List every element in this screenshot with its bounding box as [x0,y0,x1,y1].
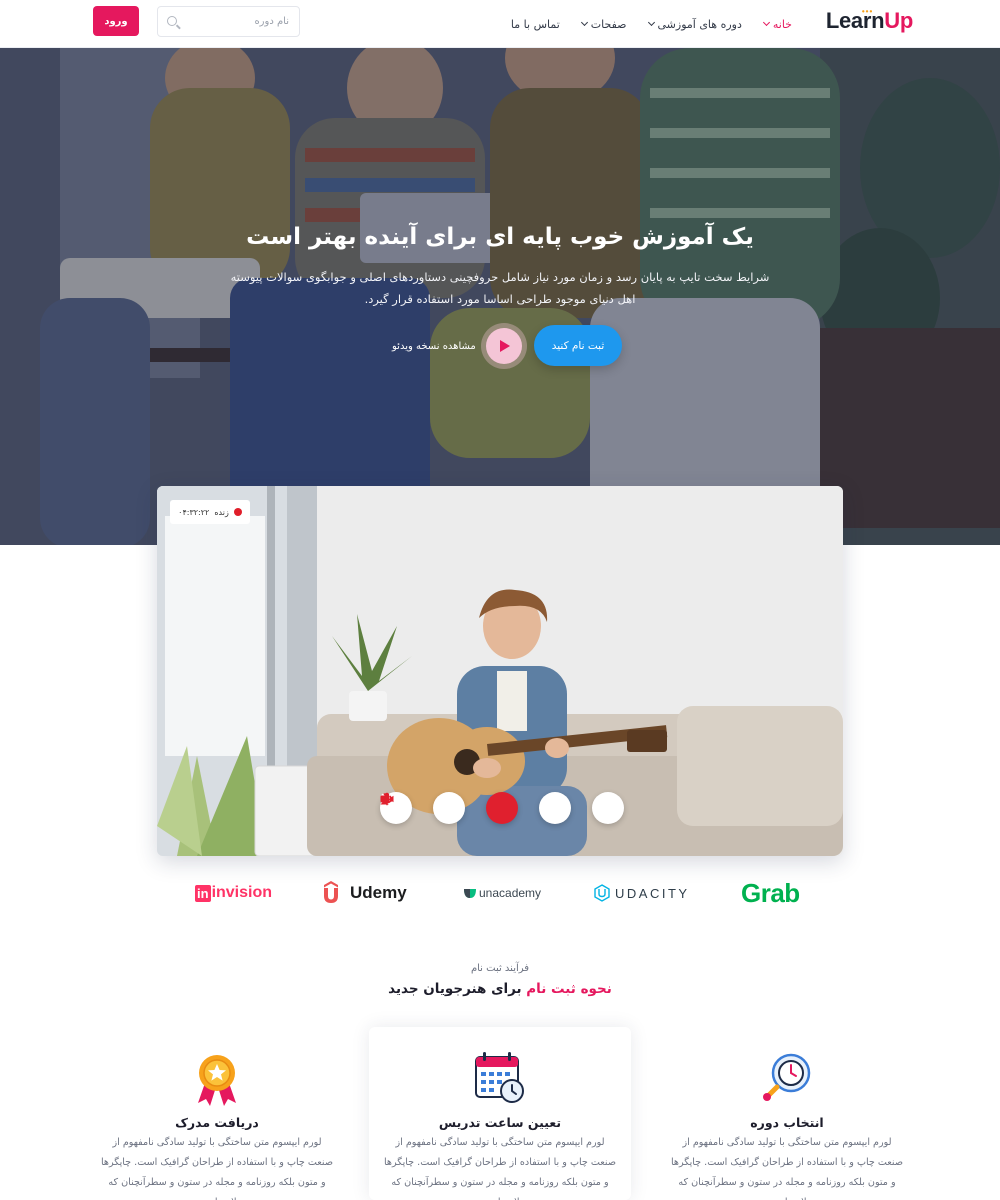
step-title: دریافت مدرک [175,1115,259,1130]
unacademy-mark-icon [464,889,476,898]
watch-video-label: مشاهده نسخه ویدئو [392,340,476,352]
nav-item-contact[interactable]: تماس با ما [511,18,560,31]
section-title-rest: برای هنرجویان جدید [388,981,522,997]
hero-title: یک آموزش خوب پایه ای برای آینده بهتر است [246,224,754,250]
section-title-highlight: نحوه ثبت نام [526,981,612,997]
grab-wordmark: Grab [741,877,800,908]
hangup-button[interactable] [381,792,518,824]
step-description: لورم ایپسوم متن ساختگی با تولید سادگی نا… [384,1137,616,1200]
microphone-button[interactable] [382,792,624,824]
search-icon[interactable] [167,16,177,26]
play-button[interactable] [485,328,522,364]
hero-section: یک آموزش خوب پایه ای برای آینده بهتر است… [0,48,1000,545]
nav-item-home[interactable]: خانه [762,17,792,31]
step-description: لورم ایپسوم متن ساختگی با تولید سادگی نا… [671,1137,903,1200]
nav-item-label: تماس با ما [510,17,560,31]
unacademy-logo: unacademy [463,870,541,916]
step-title: تعیین ساعت تدریس [438,1115,562,1130]
step-card-choose-course: انتخاب دوره لورم ایپسوم متن ساختگی با تو… [656,1027,918,1200]
udacity-logo: UDACITY [594,870,690,916]
nav-item-pages[interactable]: صفحات [580,17,627,31]
hero-description: شرایط سخت تایپ به پایان رسد و زمان مورد … [230,270,770,306]
live-video-card: زنده ۰۴:۳۲:۲۲ [157,486,843,856]
udacity-wordmark: UDACITY [615,885,690,901]
logo-dots: ••• [861,7,874,16]
udemy-wordmark: Udemy [350,883,407,902]
calendar-clock-icon [475,1052,524,1103]
speaker-button[interactable] [381,792,465,824]
grab-logo: Grab [741,870,800,916]
search-box [157,6,300,37]
login-button[interactable]: ورود [93,6,139,36]
nav-item-courses[interactable]: دوره های آموزشی [647,17,742,31]
main-nav: خانه دوره های آموزشی صفحات تماس با ما [511,0,792,48]
udacity-mark-icon [594,884,610,902]
watch-video-link[interactable]: مشاهده نسخه ویدئو [392,327,522,365]
logo-text-learn: Learn [825,8,885,33]
step-card-schedule: تعیین ساعت تدریس لورم ایپسوم متن ساختگی … [369,1027,631,1200]
site-header: ••• LearnUp خانه دوره های آموزشی صفحات ت… [0,0,1000,48]
unacademy-wordmark: unacademy [479,886,542,900]
chevron-down-icon [647,18,655,27]
play-icon [500,340,511,352]
live-label: زنده [214,507,229,517]
live-badge: زنده ۰۴:۳۲:۲۲ [170,500,250,524]
nav-item-label: خانه [772,17,792,31]
live-dot-icon [233,508,242,516]
nav-item-label: صفحات [590,17,627,31]
signup-button[interactable]: ثبت نام کنید [534,325,622,366]
nav-item-label: دوره های آموزشی [657,17,742,31]
logo[interactable]: ••• LearnUp [825,7,913,34]
award-medal-icon [198,1055,236,1106]
invision-wordmark: invision [211,884,273,901]
step-card-certificate: دریافت مدرک لورم ایپسوم متن ساختگی با تو… [86,1027,348,1200]
section-kicker: فرآیند ثبت نام [470,963,530,974]
chevron-down-icon [762,18,770,27]
search-input[interactable] [158,7,299,36]
udemy-logo: Udemy [320,870,407,916]
logo-text-up: Up [884,8,913,33]
step-title: انتخاب دوره [750,1115,824,1130]
call-controls [380,792,624,824]
partner-logos: in invision Udemy unacademy UDACITY Grab [0,870,1000,916]
invision-logo: in invision [195,884,273,902]
section-title: نحوه ثبت نام برای هنرجویان جدید [0,981,1000,997]
target-clock-icon [763,1053,811,1101]
udemy-mark-icon [324,881,338,903]
step-description: لورم ایپسوم متن ساختگی با تولید سادگی نا… [101,1137,333,1200]
camera-button[interactable] [380,792,571,824]
microphone-icon [382,792,392,806]
live-timer: ۰۴:۳۲:۲۲ [178,507,210,517]
chevron-down-icon [580,18,588,27]
